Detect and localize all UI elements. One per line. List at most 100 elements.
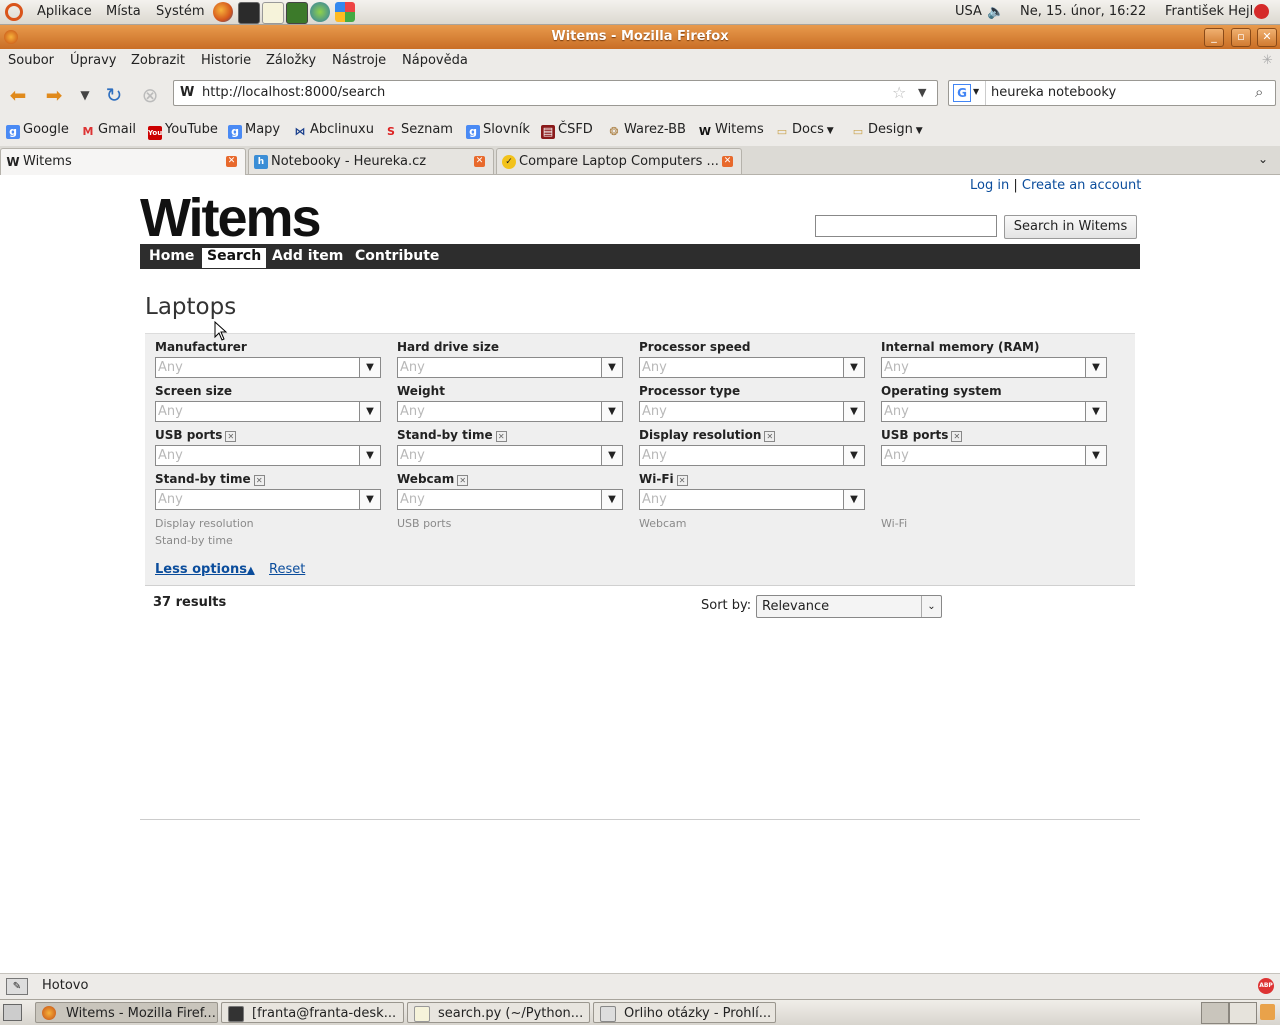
nav-search[interactable]: Search — [202, 248, 267, 268]
menu-zalozky[interactable]: Záložky — [266, 53, 316, 68]
close-window-button[interactable]: ✕ — [1257, 28, 1277, 47]
extra-filter-option[interactable]: Webcam — [639, 517, 687, 530]
keyboard-layout[interactable]: USA — [955, 4, 982, 19]
web-search-input[interactable]: heureka notebooky — [991, 85, 1116, 100]
filter-select[interactable]: Any ▼ — [639, 401, 865, 422]
tab-compare-laptops[interactable]: ✓ Compare Laptop Computers ... ✕ — [496, 148, 742, 174]
tab-heureka[interactable]: h Notebooky - Heureka.cz ✕ — [248, 148, 494, 174]
filter-select[interactable]: Any ▼ — [397, 445, 623, 466]
shutdown-icon[interactable] — [1254, 4, 1269, 19]
url-dropdown-icon[interactable]: ▼ — [918, 86, 926, 99]
web-search-box[interactable]: G ▼ heureka notebooky ⌕ — [948, 80, 1276, 106]
menu-system[interactable]: Systém — [156, 4, 204, 19]
filter-select[interactable]: Any ▼ — [881, 445, 1107, 466]
firefox-launcher-icon[interactable] — [213, 2, 233, 22]
google-engine-icon[interactable]: G — [953, 84, 971, 102]
remove-filter-icon[interactable]: ✕ — [676, 475, 688, 486]
bookmark-folder-docs[interactable]: ▭ Docs ▼ — [775, 122, 834, 139]
close-tab-icon[interactable]: ✕ — [474, 156, 485, 167]
windows-launcher-icon[interactable] — [335, 2, 355, 22]
back-arrow-icon[interactable]: ⬅ — [5, 82, 31, 108]
close-tab-icon[interactable]: ✕ — [722, 156, 733, 167]
ubuntu-logo-icon[interactable] — [5, 3, 23, 21]
bookmark-slovnik[interactable]: g Slovník — [466, 122, 530, 139]
extra-filter-option[interactable]: Stand-by time — [155, 534, 233, 547]
login-link[interactable]: Log in — [970, 178, 1009, 193]
terminal-launcher-icon[interactable] — [238, 2, 260, 24]
bookmark-abclinuxu[interactable]: ⋈ Abclinuxu — [293, 122, 374, 139]
text-editor-launcher-icon[interactable] — [262, 2, 284, 24]
clock[interactable]: Ne, 15. únor, 16:22 — [1020, 4, 1146, 19]
adblock-icon[interactable]: ABP — [1258, 978, 1274, 994]
reset-link[interactable]: Reset — [269, 562, 305, 577]
volume-icon[interactable]: 🔈 — [987, 4, 1004, 20]
reload-icon[interactable]: ↻ — [101, 82, 127, 108]
tab-list-chevron-icon[interactable]: ⌄ — [1258, 152, 1268, 166]
trash-icon[interactable] — [1260, 1004, 1275, 1020]
network-launcher-icon[interactable] — [310, 2, 330, 22]
menu-nastroje[interactable]: Nástroje — [332, 53, 386, 68]
remove-filter-icon[interactable]: ✕ — [225, 431, 237, 442]
bookmark-google[interactable]: g Google — [6, 122, 69, 139]
nav-contribute[interactable]: Contribute — [355, 248, 439, 264]
taskbar-editor[interactable]: search.py (~/Python... — [407, 1002, 590, 1023]
user-name[interactable]: František Hejl — [1165, 4, 1253, 19]
extra-filter-option[interactable]: Display resolution — [155, 517, 254, 530]
filter-select[interactable]: Any ▼ — [881, 357, 1107, 378]
taskbar-document-viewer[interactable]: Orliho otázky - Prohlí... — [593, 1002, 776, 1023]
maximize-button[interactable]: ▫ — [1231, 28, 1251, 47]
search-icon[interactable]: ⌕ — [1255, 83, 1263, 101]
bookmark-star-icon[interactable]: ☆ — [892, 83, 906, 102]
remove-filter-icon[interactable]: ✕ — [951, 431, 963, 442]
filter-select[interactable]: Any ▼ — [639, 489, 865, 510]
remove-filter-icon[interactable]: ✕ — [495, 431, 507, 442]
bookmark-csfd[interactable]: ▤ ČSFD — [541, 122, 593, 139]
nav-home[interactable]: Home — [149, 248, 194, 264]
nav-add-item[interactable]: Add item — [272, 248, 343, 264]
menu-napoveda[interactable]: Nápověda — [402, 53, 468, 68]
system-monitor-launcher-icon[interactable] — [286, 2, 308, 24]
remove-filter-icon[interactable]: ✕ — [253, 475, 265, 486]
show-desktop-icon[interactable] — [3, 1004, 22, 1021]
workspace-1[interactable] — [1201, 1002, 1229, 1024]
minimize-button[interactable]: _ — [1204, 28, 1224, 47]
filter-select[interactable]: Any ▼ — [155, 445, 381, 466]
site-search-button[interactable]: Search in Witems — [1004, 215, 1137, 239]
sort-select[interactable]: Relevance ⌄ — [756, 595, 942, 618]
site-logo[interactable]: Witems — [140, 187, 322, 249]
url-text[interactable]: http://localhost:8000/search — [202, 85, 385, 100]
workspace-2[interactable] — [1229, 1002, 1257, 1024]
tab-witems[interactable]: W Witems ✕ — [0, 148, 246, 175]
filter-select[interactable]: Any ▼ — [397, 357, 623, 378]
extra-filter-option[interactable]: USB ports — [397, 517, 451, 530]
menu-upravy[interactable]: Úpravy — [70, 53, 116, 68]
history-dropdown-icon[interactable]: ▼ — [72, 82, 98, 108]
menu-soubor[interactable]: Soubor — [8, 53, 54, 68]
remove-filter-icon[interactable]: ✕ — [457, 475, 469, 486]
bookmark-witems[interactable]: W Witems — [698, 122, 764, 139]
filter-select[interactable]: Any ▼ — [397, 401, 623, 422]
taskbar-terminal[interactable]: [franta@franta-desk... — [221, 1002, 404, 1023]
filter-select[interactable]: Any ▼ — [155, 401, 381, 422]
bookmark-folder-design[interactable]: ▭ Design ▼ — [851, 122, 923, 139]
filter-select[interactable]: Any ▼ — [639, 445, 865, 466]
filter-select[interactable]: Any ▼ — [155, 357, 381, 378]
remove-filter-icon[interactable]: ✕ — [764, 431, 776, 442]
taskbar-firefox[interactable]: Witems - Mozilla Firef... — [35, 1002, 218, 1023]
filter-select[interactable]: Any ▼ — [639, 357, 865, 378]
bookmark-gmail[interactable]: M Gmail — [81, 122, 136, 139]
filter-select[interactable]: Any ▼ — [155, 489, 381, 510]
stop-icon[interactable]: ⊗ — [137, 82, 163, 108]
bookmark-seznam[interactable]: S Seznam — [384, 122, 453, 139]
extra-filter-option[interactable]: Wi-Fi — [881, 517, 907, 530]
bookmark-warez-bb[interactable]: ❂ Warez-BB — [607, 122, 686, 139]
filter-select[interactable]: Any ▼ — [881, 401, 1107, 422]
menu-zobrazit[interactable]: Zobrazit — [131, 53, 185, 68]
close-tab-icon[interactable]: ✕ — [226, 156, 237, 167]
forward-arrow-icon[interactable]: ➡ — [41, 82, 67, 108]
filter-select[interactable]: Any ▼ — [397, 489, 623, 510]
menu-mista[interactable]: Místa — [106, 4, 141, 19]
create-account-link[interactable]: Create an account — [1022, 178, 1141, 193]
less-options-link[interactable]: Less options▲ — [155, 562, 255, 577]
menu-historie[interactable]: Historie — [201, 53, 251, 68]
